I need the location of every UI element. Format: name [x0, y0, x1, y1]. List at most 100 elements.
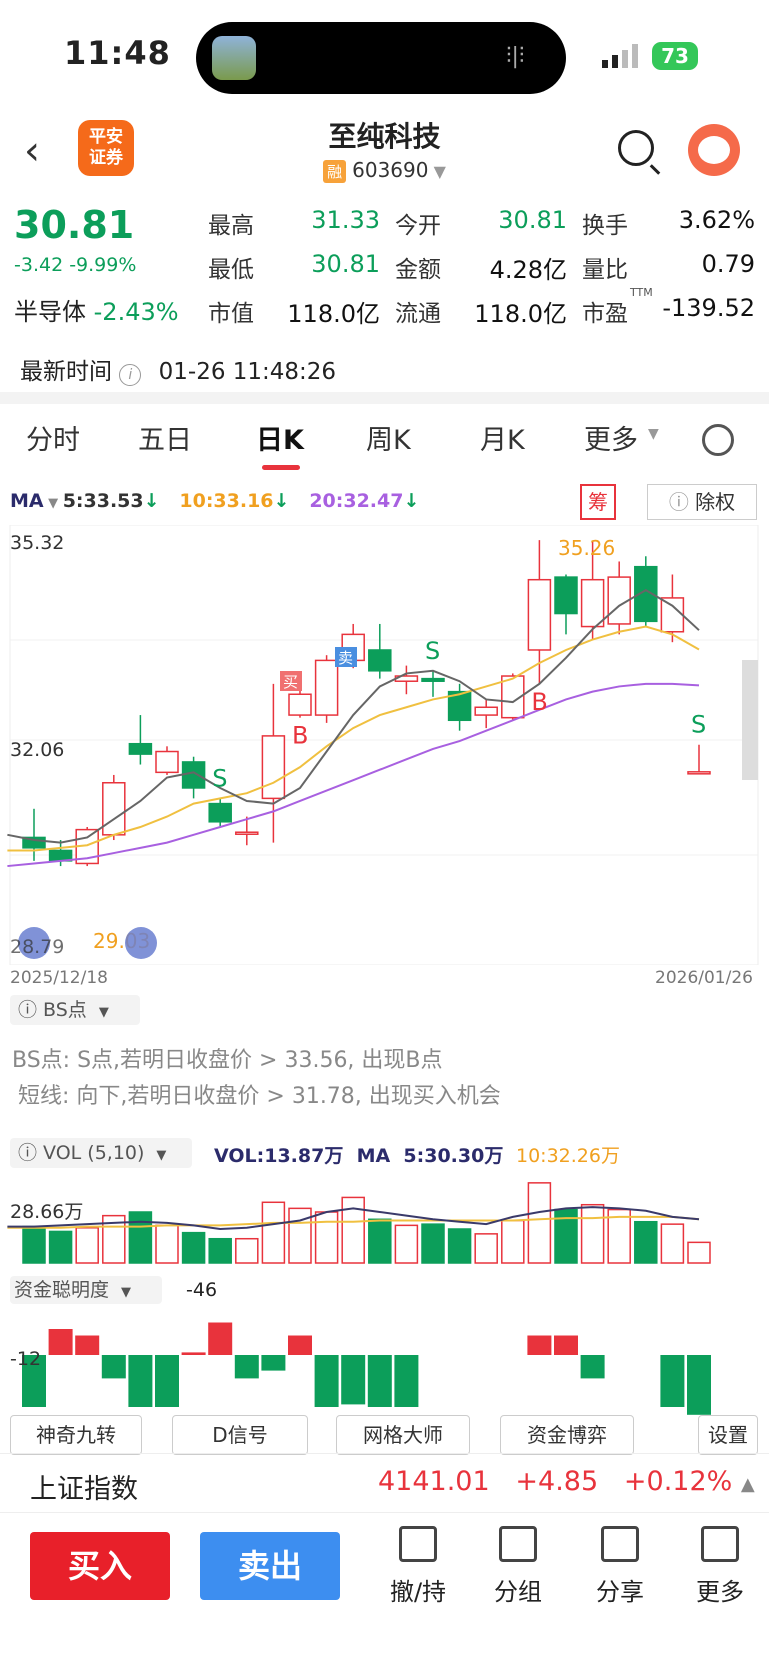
fund-bar	[367, 1355, 392, 1407]
withdraw-icon	[399, 1526, 437, 1562]
bs-hint-1: BS点: S点,若明日收盘价 > 33.56, 出现B点	[12, 1048, 443, 1073]
index-pct: +0.12%	[623, 1466, 733, 1497]
date-start: 2025/12/18	[10, 968, 108, 988]
fund-chart[interactable]: -12	[0, 1305, 769, 1415]
volume-bar	[474, 1233, 498, 1264]
bs-mark-S: S	[691, 711, 706, 739]
quote-label: 最高	[208, 213, 254, 239]
stock-code: 603690	[352, 158, 429, 182]
quote-value: -139.52	[662, 294, 755, 322]
sell-button[interactable]: 卖出	[200, 1532, 340, 1600]
index-value: 4141.01	[378, 1466, 490, 1497]
volume-bar	[421, 1223, 445, 1264]
candle-body	[580, 578, 605, 628]
chevron-down-icon: ▼	[428, 162, 446, 181]
bottom-action-2[interactable]: 分享	[580, 1526, 660, 1607]
gear-icon[interactable]	[702, 424, 734, 456]
high-price-marker: 35.26	[558, 536, 615, 560]
bs-mark-S: S	[212, 764, 227, 792]
volume-bar	[341, 1196, 365, 1264]
volume-chart[interactable]: 28.66万	[0, 1168, 769, 1268]
current-price: 30.81	[14, 203, 135, 247]
index-change: +4.85	[515, 1466, 599, 1497]
info-icon: ⓘ	[18, 1142, 44, 1164]
vol-indicator-selector[interactable]: ⓘ VOL (5,10) ▼	[10, 1138, 192, 1168]
tab-2[interactable]: 日K	[256, 418, 304, 457]
bottom-action-label: 更多	[696, 1578, 744, 1606]
fund-bar	[75, 1335, 100, 1355]
ma-legend[interactable]: MA ▼ 5:33.53↓ 10:33.16↓ 20:32.47↓	[10, 490, 419, 512]
fund-bar	[101, 1355, 126, 1379]
volume-bar	[527, 1182, 552, 1264]
zoom-handle-icon[interactable]	[125, 927, 157, 959]
chevron-down-icon: ▼	[648, 426, 659, 442]
chevron-down-icon: ▼	[156, 1148, 167, 1163]
quote-value: 118.0亿	[474, 300, 567, 328]
tab-3[interactable]: 周K	[366, 418, 411, 457]
fund-indicator-selector[interactable]: 资金聪明度 ▼	[10, 1276, 162, 1304]
fund-bar	[660, 1355, 685, 1407]
section-divider	[0, 392, 769, 404]
tool-button-2[interactable]: 网格大师	[336, 1415, 470, 1455]
adjust-rights-label: 除权	[695, 490, 736, 514]
bs-mark-B: B	[531, 688, 547, 716]
vol-button-label: VOL (5,10)	[43, 1142, 145, 1164]
now-playing-thumbnail	[212, 36, 256, 80]
quote-label: 市值	[208, 301, 254, 327]
sector-change: -2.43%	[93, 298, 179, 326]
chip-distribution-button[interactable]: 筹	[580, 484, 616, 520]
tab-0[interactable]: 分时	[26, 418, 80, 457]
volume-bar	[580, 1203, 605, 1264]
dynamic-island: ⫶|⫶	[196, 22, 566, 94]
kline-chart[interactable]: SBSBS 35.32 32.06 28.79 29.03 35.26 买 卖 …	[0, 525, 769, 965]
volume-bar	[128, 1211, 153, 1264]
bottom-action-label: 分享	[596, 1578, 644, 1606]
buy-tag-label: 买	[283, 673, 298, 691]
fund-bar	[554, 1335, 578, 1355]
volume-bar	[368, 1218, 392, 1264]
date-end: 2026/01/26	[655, 968, 753, 988]
search-icon[interactable]	[618, 130, 654, 166]
fund-y-label: -12	[10, 1348, 41, 1370]
candle-body	[368, 649, 392, 672]
index-values: 4141.01 +4.85 +0.12% ▲	[378, 1466, 755, 1497]
arrow-down-icon: ↓	[403, 490, 420, 512]
adjust-rights-button[interactable]: ⓘ 除权	[647, 484, 757, 520]
tool-button-1[interactable]: D信号	[172, 1415, 308, 1455]
volume-bar	[48, 1230, 73, 1264]
vol-ma-label: MA	[356, 1145, 391, 1167]
tool-button-3[interactable]: 资金博弈	[500, 1415, 634, 1455]
bottom-action-1[interactable]: 分组	[478, 1526, 558, 1607]
avatar[interactable]	[688, 124, 740, 176]
share-icon	[601, 1526, 639, 1562]
volume-bar	[208, 1237, 232, 1264]
bottom-action-3[interactable]: 更多	[680, 1526, 760, 1607]
candle-body	[288, 693, 312, 716]
sector-info[interactable]: 半导体 -2.43%	[14, 292, 179, 327]
candle-body	[208, 802, 232, 823]
vol-ma5: 5:30.30万	[403, 1145, 504, 1167]
tab-5[interactable]: 更多	[584, 418, 638, 457]
chevron-down-icon: ▼	[121, 1285, 132, 1300]
candle-body	[102, 782, 126, 836]
bs-button-label: BS点	[43, 999, 87, 1021]
volume-bar	[660, 1223, 685, 1264]
quote-label: 最低	[208, 257, 254, 283]
fund-bar	[527, 1335, 552, 1355]
fund-bar	[208, 1322, 233, 1355]
buy-button[interactable]: 买入	[30, 1532, 170, 1600]
bottom-action-label: 撤/持	[389, 1578, 447, 1606]
status-time: 11:48	[64, 34, 171, 72]
bottom-action-0[interactable]: 撤/持	[378, 1526, 458, 1607]
tab-4[interactable]: 月K	[480, 418, 525, 457]
latest-time-label: 最新时间	[20, 359, 112, 385]
bs-indicator-selector[interactable]: ⓘ BS点 ▼	[10, 995, 140, 1025]
tool-button-0[interactable]: 神奇九转	[10, 1415, 142, 1455]
candle-body	[421, 677, 445, 682]
tool-button-4[interactable]: 设置	[698, 1415, 758, 1455]
chart-scrollbar[interactable]	[742, 660, 758, 780]
tab-1[interactable]: 五日	[138, 418, 192, 457]
info-icon[interactable]: i	[119, 364, 142, 386]
volume-bar	[261, 1201, 286, 1264]
arrow-down-icon: ↓	[143, 490, 160, 512]
